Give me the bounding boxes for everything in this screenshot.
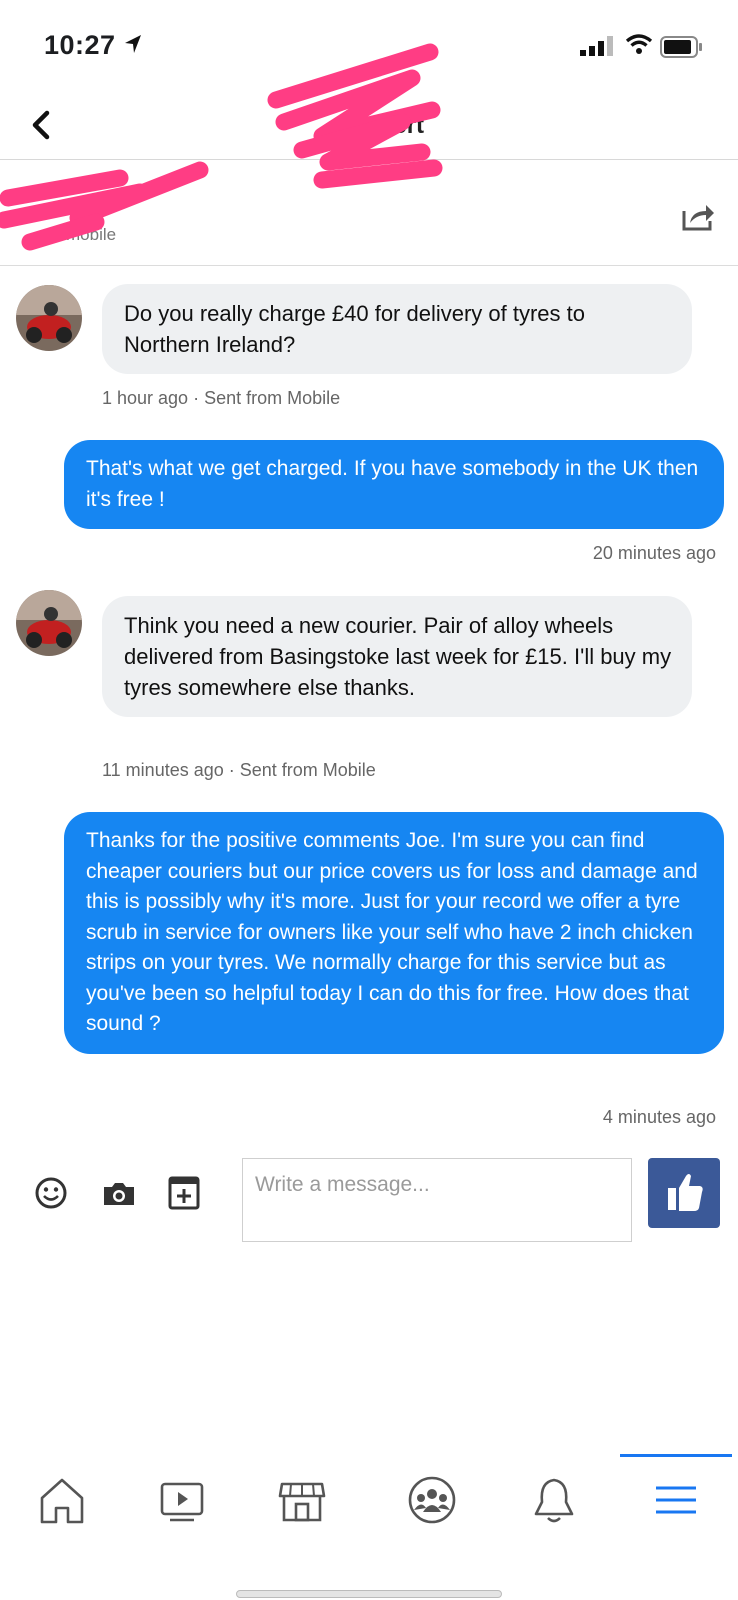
menu-icon[interactable] xyxy=(646,1470,706,1530)
add-icon[interactable] xyxy=(168,1176,200,1210)
status-time: 10:27 xyxy=(44,30,116,60)
message-timestamp: 20 minutes ago xyxy=(592,543,716,563)
like-button[interactable] xyxy=(648,1158,720,1228)
avatar[interactable] xyxy=(16,285,82,351)
message-timestamp: 4 minutes ago xyxy=(602,1107,716,1127)
wifi-icon xyxy=(625,34,653,54)
share-icon[interactable] xyxy=(680,201,716,233)
like-icon xyxy=(668,1174,703,1211)
message-timestamp: 11 minutes ago · Sent from Mobile xyxy=(102,760,376,780)
outgoing-message-bubble: That's what we get charged. If you have … xyxy=(64,440,724,529)
avatar[interactable] xyxy=(16,590,82,656)
outgoing-message-bubble: Thanks for the positive comments Joe. I'… xyxy=(64,812,724,1054)
location-arrow-icon xyxy=(125,35,141,53)
notifications-icon[interactable] xyxy=(524,1470,584,1530)
message-input[interactable] xyxy=(242,1158,632,1242)
signal-icon xyxy=(580,36,613,56)
message-timestamp: 1 hour ago · Sent from Mobile xyxy=(102,388,341,408)
battery-icon xyxy=(660,36,702,58)
incoming-message-bubble: Think you need a new courier. Pair of al… xyxy=(102,596,692,717)
marketplace-icon[interactable] xyxy=(272,1470,332,1530)
home-indicator xyxy=(236,1590,502,1598)
incoming-message-bubble: Do you really charge £40 for delivery of… xyxy=(102,284,692,374)
back-button[interactable] xyxy=(26,108,56,142)
watch-icon[interactable] xyxy=(152,1470,212,1530)
bottom-tab-bar xyxy=(0,1450,738,1560)
groups-icon[interactable] xyxy=(402,1470,462,1530)
redaction-scribble xyxy=(0,161,209,251)
home-icon[interactable] xyxy=(32,1470,92,1530)
emoji-icon[interactable] xyxy=(34,1176,68,1210)
camera-icon[interactable] xyxy=(102,1180,136,1208)
